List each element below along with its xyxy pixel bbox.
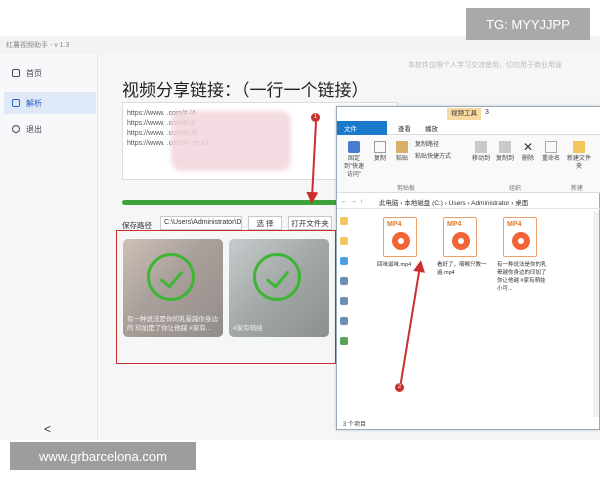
arrow-to-open-folder	[306, 121, 319, 204]
telegram-watermark: TG: MYYJJPP	[466, 8, 590, 40]
website-watermark: www.grbarcelona.com	[10, 442, 196, 470]
callout-2-badge: 2	[395, 383, 404, 392]
arrow-to-file	[399, 260, 425, 389]
callout-1-badge: 1	[311, 113, 320, 122]
annotation-arrows	[306, 121, 425, 389]
